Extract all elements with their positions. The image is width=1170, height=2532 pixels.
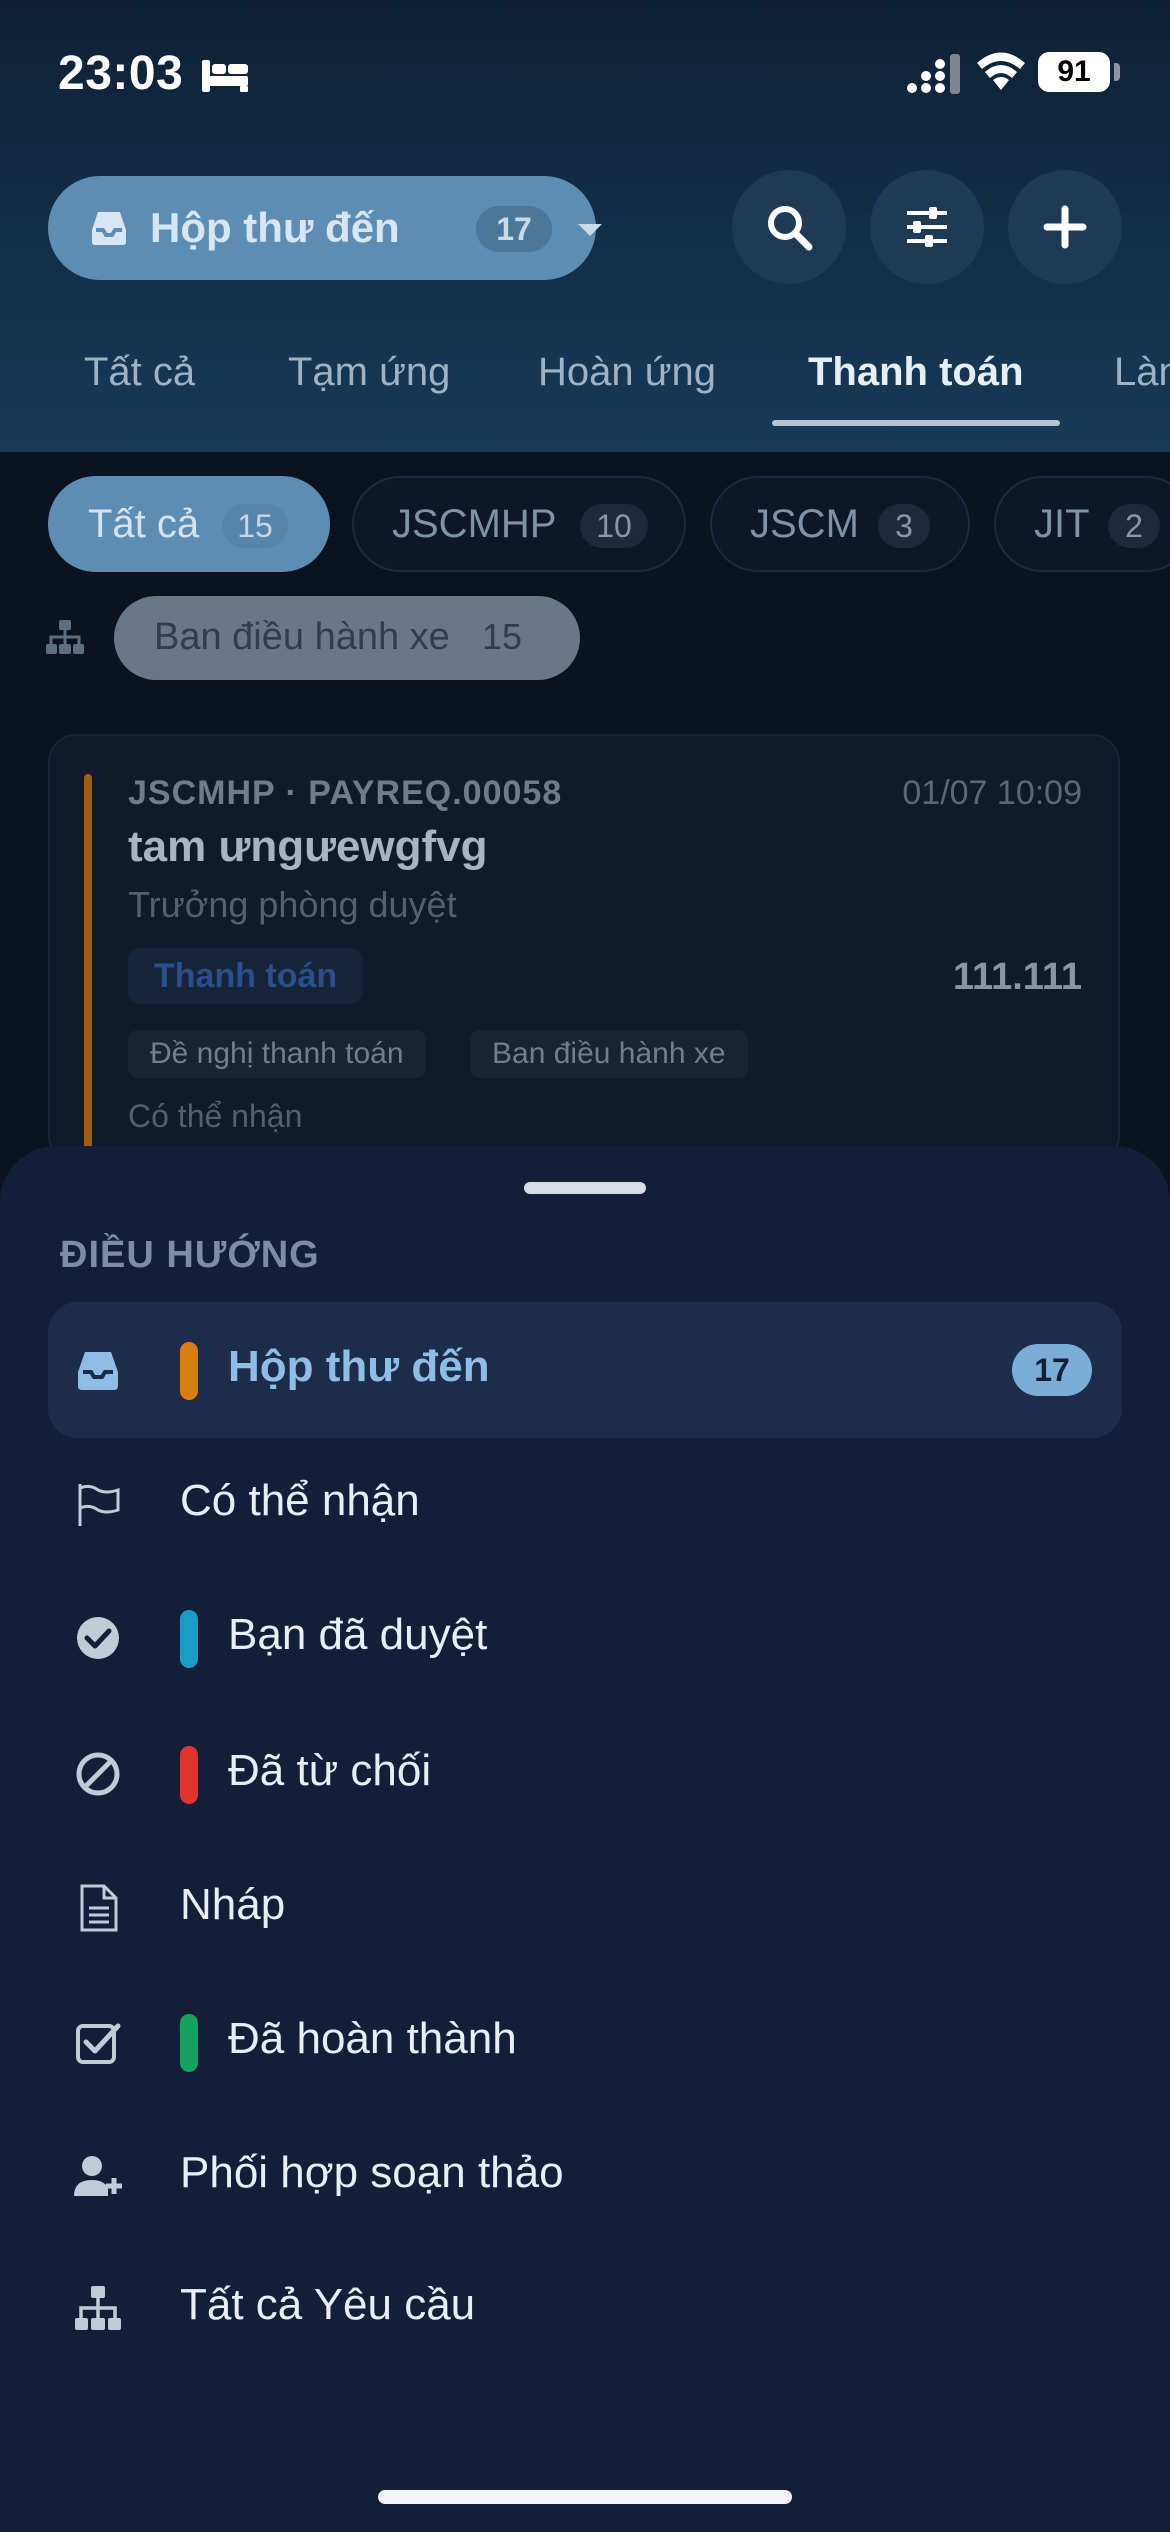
chevron-down-icon — [578, 224, 602, 236]
request-date: 01/07 10:09 — [902, 774, 1082, 812]
inbox-selector-count: 17 — [476, 206, 552, 252]
nav-item-receivable[interactable]: Có thể nhận — [48, 1436, 1122, 1572]
bed-icon — [202, 60, 248, 92]
filter-chip-jit[interactable]: JIT 2 — [994, 476, 1170, 572]
inbox-selector-button[interactable]: Hộp thư đến 17 — [48, 176, 602, 280]
flag-icon — [78, 1484, 120, 1526]
nav-item-label: Hộp thư đến — [228, 1342, 490, 1391]
filter-chip-label: JSCM — [750, 502, 859, 546]
filter-chip-label: JIT — [1034, 502, 1090, 546]
request-receivable-note: Có thể nhận — [128, 1098, 303, 1134]
nav-item-co-authoring[interactable]: Phối hợp soạn thảo — [48, 2108, 1122, 2244]
filter-chip-all[interactable]: Tất cả 15 — [48, 476, 330, 572]
nav-item-approved[interactable]: Bạn đã duyệt — [48, 1570, 1122, 1706]
plus-icon — [1043, 205, 1087, 249]
request-tag: Đề nghị thanh toán — [128, 1030, 426, 1078]
filter-chip-count: 3 — [878, 504, 930, 548]
department-filter-label: Ban điều hành xe — [154, 616, 450, 658]
request-type-badge: Thanh toán — [128, 948, 364, 1004]
nav-item-completed[interactable]: Đã hoàn thành — [48, 1974, 1122, 2110]
inbox-icon — [92, 212, 126, 245]
filter-settings-button[interactable] — [870, 170, 984, 284]
tab-payment[interactable]: Thanh toán — [808, 350, 1024, 395]
card-status-bar — [84, 774, 92, 1166]
wifi-icon — [977, 52, 1025, 90]
department-filter-count: 15 — [482, 616, 523, 657]
category-tabs: Tất cả Tạm ứng Hoàn ứng Thanh toán Làm — [0, 340, 1170, 430]
user-plus-icon — [74, 2156, 122, 2196]
request-card[interactable]: JSCMHP · PAYREQ.00058 01/07 10:09 tam ưn… — [48, 734, 1120, 1166]
tab-reimbursement[interactable]: Hoàn ứng — [538, 350, 716, 395]
header: 23:03 91 Hộp thư đến 17 Tất cả Tạm ứng H… — [0, 0, 1170, 452]
screen: 23:03 91 Hộp thư đến 17 Tất cả Tạm ứng H… — [0, 0, 1170, 2532]
nav-item-accent — [180, 1746, 198, 1804]
tab-all[interactable]: Tất cả — [84, 350, 195, 395]
filter-chip-count: 10 — [580, 504, 648, 548]
document-icon — [80, 1884, 118, 1932]
home-indicator — [378, 2490, 792, 2504]
tab-advance[interactable]: Tạm ứng — [288, 350, 450, 395]
nav-item-label: Có thể nhận — [180, 1476, 420, 1525]
request-tag: Ban điều hành xe — [470, 1030, 748, 1078]
request-status: Trưởng phòng duyệt — [128, 884, 457, 925]
nav-item-inbox[interactable]: Hộp thư đến 17 — [48, 1302, 1122, 1438]
check-circle-icon — [77, 1617, 119, 1659]
filter-chip-count: 2 — [1108, 504, 1160, 548]
filter-chip-label: JSCMHP — [392, 502, 557, 546]
nav-item-all-requests[interactable]: Tất cả Yêu cầu — [48, 2240, 1122, 2376]
request-code: JSCMHP · PAYREQ.00058 — [128, 774, 563, 812]
status-time: 23:03 — [58, 47, 184, 100]
nav-item-badge: 17 — [1012, 1344, 1092, 1396]
sliders-icon — [907, 207, 947, 247]
filter-chip-jscmhp[interactable]: JSCMHP 10 — [352, 476, 686, 572]
nav-item-rejected[interactable]: Đã từ chối — [48, 1706, 1122, 1842]
battery-indicator: 91 — [1038, 52, 1110, 92]
filter-chip-jscm[interactable]: JSCM 3 — [710, 476, 970, 572]
tab-more[interactable]: Làm — [1114, 350, 1170, 395]
nav-item-accent — [180, 1610, 198, 1668]
search-icon — [768, 206, 813, 251]
inbox-icon — [78, 1352, 118, 1390]
cellular-signal-icon — [907, 54, 960, 94]
department-filter-chip[interactable]: Ban điều hành xe 15 — [114, 596, 580, 680]
ban-icon — [76, 1752, 120, 1796]
request-title: tam ưngưewgfvg — [128, 822, 488, 871]
filter-chip-count: 15 — [222, 504, 288, 548]
battery-tip — [1114, 63, 1120, 81]
nav-item-label: Bạn đã duyệt — [228, 1610, 488, 1659]
nav-item-accent — [180, 1342, 198, 1400]
nav-item-label: Nháp — [180, 1880, 286, 1929]
nav-item-label: Đã từ chối — [228, 1746, 432, 1795]
filter-chip-label: Tất cả — [88, 502, 200, 546]
inbox-selector-label: Hộp thư đến — [150, 204, 400, 251]
org-chart-icon — [46, 620, 84, 654]
nav-item-accent — [180, 2014, 198, 2072]
sheet-drag-handle[interactable] — [524, 1182, 646, 1194]
add-button[interactable] — [1008, 170, 1122, 284]
org-chart-icon — [75, 2286, 121, 2330]
navigation-bottom-sheet: ĐIỀU HƯỚNG Hộp thư đến 17 Có thể nhận Bạ… — [0, 1146, 1170, 2532]
nav-item-label: Đã hoàn thành — [228, 2014, 517, 2063]
active-tab-indicator — [772, 420, 1060, 426]
nav-item-label: Tất cả Yêu cầu — [180, 2280, 476, 2329]
nav-item-label: Phối hợp soạn thảo — [180, 2148, 564, 2197]
request-amount: 111.111 — [953, 956, 1082, 998]
section-label: ĐIỀU HƯỚNG — [60, 1234, 320, 1276]
checkbox-icon — [76, 2023, 121, 2064]
search-button[interactable] — [732, 170, 846, 284]
nav-item-draft[interactable]: Nháp — [48, 1840, 1122, 1976]
